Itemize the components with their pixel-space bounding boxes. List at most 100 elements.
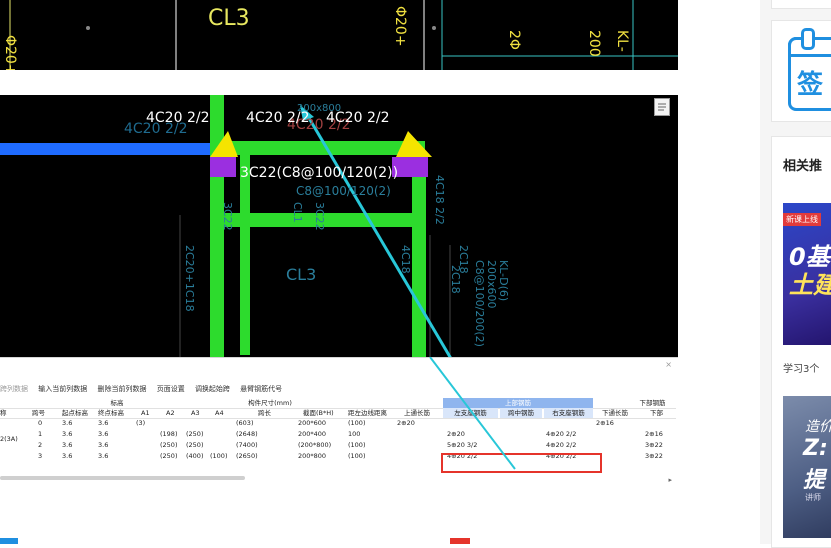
cell-name[interactable] [0, 440, 20, 450]
horizontal-scrollbar[interactable] [0, 476, 245, 480]
promo-banner-1[interactable]: 新课上线 0基 土建 [783, 203, 831, 345]
cell-distance[interactable]: (100) [348, 418, 378, 428]
cell-start[interactable]: 3.6 [62, 418, 92, 428]
cell-section[interactable]: 200*400 [298, 429, 342, 439]
cell-mid-span[interactable] [502, 418, 542, 428]
cell-span[interactable]: 0 [38, 418, 58, 428]
cell-a1[interactable] [136, 429, 160, 439]
cell-section[interactable]: 200*600 [298, 418, 342, 428]
col-header-bottom: 下部 [650, 409, 663, 417]
col-header-mid-span: 跨中钢筋 [500, 408, 542, 418]
cad-vertical-label-9: C8@100/200(2) [473, 260, 486, 347]
cell-right-support[interactable]: 4⊕20 2/2 [546, 440, 592, 450]
cell-length[interactable]: (7400) [236, 440, 266, 450]
calendar-icon[interactable]: 签 [788, 28, 831, 111]
cell-a2[interactable] [160, 418, 184, 428]
cad-ghost-beam-label: C8@100/120(2) [296, 184, 391, 198]
cell-bottom-continuous[interactable] [596, 440, 636, 450]
promo1-badge: 新课上线 [783, 213, 821, 226]
cell-bottom[interactable]: 3⊕22 [645, 440, 675, 450]
cell-section[interactable]: (200*800) [298, 440, 342, 450]
cell-section[interactable]: 200*800 [298, 451, 342, 461]
cell-right-support[interactable]: 4⊕20 2/2 [546, 429, 592, 439]
promo-banner-2[interactable]: 造价 Z: 提 讲师 [783, 396, 831, 538]
toolbar-swap-start-span[interactable]: 调换起始跨 [195, 385, 230, 393]
cell-length[interactable]: (2648) [236, 429, 266, 439]
cell-end[interactable]: 3.6 [98, 451, 128, 461]
cell-a2[interactable]: (198) [160, 429, 184, 439]
cell-end[interactable]: 3.6 [98, 418, 128, 428]
cad-vertical-label-11: 4C18 [399, 245, 412, 274]
cell-a1[interactable] [136, 440, 160, 450]
table-row[interactable]: 2(3A) 1 3.6 3.6 (198) (250) (2648) 200*4… [0, 429, 676, 443]
cell-span[interactable]: 3 [38, 451, 58, 461]
cell-distance[interactable]: (100) [348, 440, 378, 450]
cell-top-continuous[interactable] [397, 440, 437, 450]
toolbar-input-column[interactable]: 输入当前列数据 [38, 385, 87, 393]
cell-a4[interactable]: (100) [210, 451, 234, 461]
group-header-top-rebar: 上部钢筋 [443, 398, 593, 408]
promo1-caption[interactable]: 学习3个 [783, 360, 819, 375]
cell-start[interactable]: 3.6 [62, 429, 92, 439]
cell-end[interactable]: 3.6 [98, 429, 128, 439]
rebar-data-grid-panel: × 跨列数据 输入当前列数据 删除当前列数据 页面设置 调换起始跨 悬臂钢筋代号… [0, 357, 678, 488]
document-icon[interactable] [654, 98, 670, 116]
cell-mid-span[interactable] [502, 440, 542, 450]
close-icon[interactable]: × [665, 360, 672, 369]
cell-top-continuous[interactable] [397, 429, 437, 439]
cell-span[interactable]: 1 [38, 429, 58, 439]
cell-bottom-continuous[interactable] [596, 451, 636, 461]
cell-name[interactable] [0, 451, 20, 461]
cell-top-continuous[interactable] [397, 451, 437, 461]
col-header-distance: 距左边线距离 [348, 409, 387, 417]
cell-left-support[interactable]: 2⊕20 [447, 429, 497, 439]
cell-bottom-continuous[interactable]: 2⊕16 [596, 418, 636, 428]
cell-a3[interactable]: (250) [186, 440, 210, 450]
toolbar-page-setup[interactable]: 页面设置 [157, 385, 185, 393]
red-highlight-box [441, 453, 602, 473]
col-header-name: 称 [0, 409, 7, 417]
toolbar-cantilever-code[interactable]: 悬臂钢筋代号 [240, 385, 282, 393]
col-header-section: 截面(B*H) [303, 409, 334, 417]
cell-length[interactable]: (2650) [236, 451, 266, 461]
cell-a3[interactable] [186, 418, 210, 428]
toolbar-span-data[interactable]: 跨列数据 [0, 385, 28, 393]
table-row[interactable]: 0 3.6 3.6 (3) (603) 200*600 (100) 2⊕20 2… [0, 418, 676, 428]
cell-a3[interactable]: (250) [186, 429, 210, 439]
cad-vertical-label-2: CL1 [291, 202, 304, 223]
col-header-span: 跨号 [32, 409, 45, 417]
cell-left-support[interactable]: 5⊕20 3/2 [447, 440, 497, 450]
col-header-a3: A3 [191, 409, 200, 417]
cell-a4[interactable] [210, 429, 234, 439]
cell-span[interactable]: 2 [38, 440, 58, 450]
cell-a2[interactable]: (250) [160, 440, 184, 450]
scroll-right-arrow-icon[interactable]: ▸ [668, 476, 672, 484]
cell-mid-span[interactable] [502, 429, 542, 439]
cad-vertical-label-10: 2C18 [449, 265, 462, 294]
cell-start[interactable]: 3.6 [62, 451, 92, 461]
cell-a4[interactable] [210, 418, 234, 428]
cell-right-support[interactable] [546, 418, 592, 428]
cell-bottom-continuous[interactable] [596, 429, 636, 439]
cell-bottom[interactable]: 3⊕22 [645, 451, 675, 461]
cell-bottom[interactable]: 2⊕16 [645, 429, 675, 439]
cell-top-continuous[interactable]: 2⊕20 [397, 418, 437, 428]
cell-bottom[interactable] [645, 418, 675, 428]
cell-length[interactable]: (603) [236, 418, 266, 428]
cell-name[interactable] [0, 418, 20, 428]
cell-a1[interactable]: (3) [136, 418, 160, 428]
cell-a1[interactable] [136, 451, 160, 461]
cell-left-support[interactable] [447, 418, 497, 428]
cell-a2[interactable]: (250) [160, 451, 184, 461]
cell-a4[interactable] [210, 440, 234, 450]
table-row[interactable]: 2 3.6 3.6 (250) (250) (7400) (200*800) (… [0, 440, 676, 450]
cell-end[interactable]: 3.6 [98, 440, 128, 450]
toolbar-delete-column[interactable]: 删除当前列数据 [97, 385, 146, 393]
cad-cl3-label: CL3 [286, 265, 317, 284]
cell-start[interactable]: 3.6 [62, 440, 92, 450]
sign-in-card[interactable]: 签 [771, 20, 831, 122]
cell-distance[interactable]: (100) [348, 451, 378, 461]
cell-distance[interactable]: 100 [348, 429, 378, 439]
cad-top-left-label: 4C20 2/2 [146, 110, 210, 126]
cell-a3[interactable]: (400) [186, 451, 210, 461]
